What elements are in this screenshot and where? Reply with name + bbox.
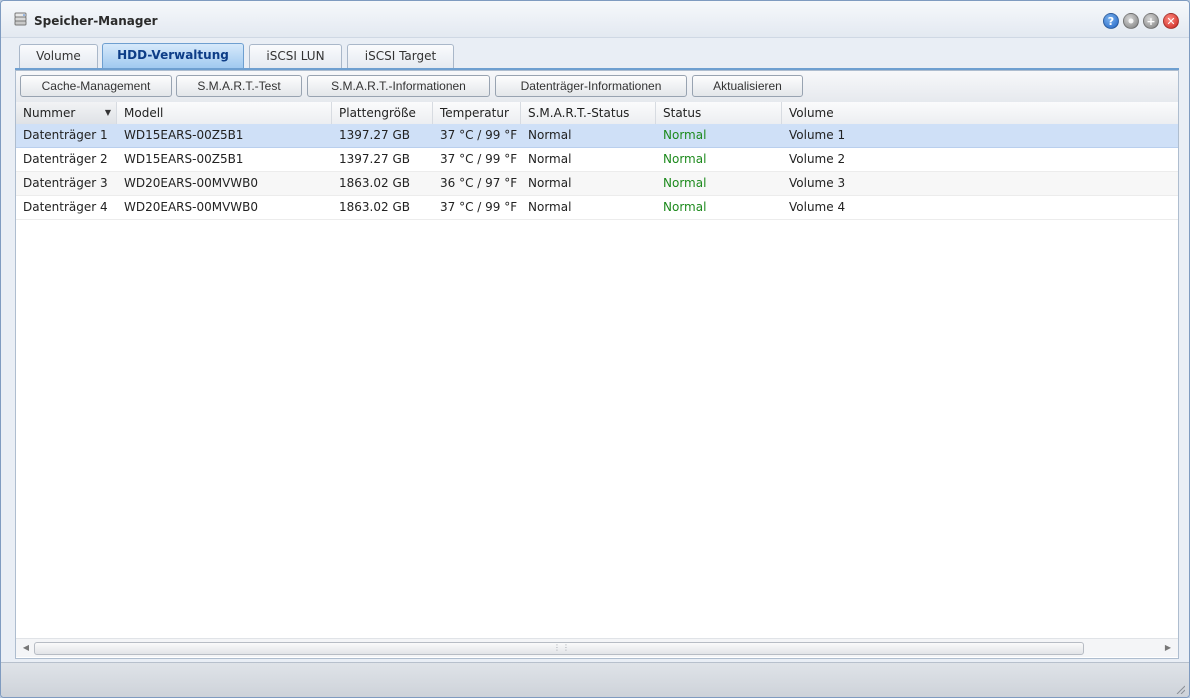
cell-size: 1863.02 GB <box>339 200 410 214</box>
cell-number: Datenträger 4 <box>23 200 108 214</box>
cell-volume: Volume 3 <box>789 176 846 190</box>
column-header-label: Nummer <box>23 106 76 120</box>
cell-model: WD20EARS-00MVWB0 <box>124 200 259 214</box>
smart-info-button[interactable]: S.M.A.R.T.-Informationen <box>307 75 490 97</box>
cell-smart-status: Normal <box>528 200 572 214</box>
table-row[interactable]: Datenträger 3 WD20EARS-00MVWB0 1863.02 G… <box>16 172 1178 196</box>
cell-smart-status: Normal <box>528 128 572 142</box>
help-icon[interactable]: ? <box>1103 13 1119 29</box>
cell-temperature: 37 °C / 99 °F <box>440 200 518 214</box>
cell-status: Normal <box>663 200 707 214</box>
tab-volume[interactable]: Volume <box>19 44 98 68</box>
cell-status: Normal <box>663 152 707 166</box>
cell-size: 1863.02 GB <box>339 176 410 190</box>
cell-model: WD20EARS-00MVWB0 <box>124 176 259 190</box>
column-header-status[interactable]: Status <box>656 102 782 124</box>
column-header-volume[interactable]: Volume <box>782 102 1178 124</box>
table-row[interactable]: Datenträger 2 WD15EARS-00Z5B1 1397.27 GB… <box>16 148 1178 172</box>
cache-management-button[interactable]: Cache-Management <box>20 75 172 97</box>
tab-hdd-management[interactable]: HDD-Verwaltung <box>102 43 244 69</box>
cell-status: Normal <box>663 176 707 190</box>
window-controls: ? + ✕ <box>1103 13 1179 29</box>
cell-temperature: 37 °C / 99 °F <box>440 128 518 142</box>
cell-volume: Volume 1 <box>789 128 846 142</box>
tab-iscsi-lun[interactable]: iSCSI LUN <box>249 44 342 68</box>
close-icon[interactable]: ✕ <box>1163 13 1179 29</box>
refresh-button[interactable]: Aktualisieren <box>692 75 803 97</box>
smart-test-button[interactable]: S.M.A.R.T.-Test <box>176 75 302 97</box>
disk-table-body: Datenträger 1 WD15EARS-00Z5B1 1397.27 GB… <box>16 124 1178 220</box>
cell-model: WD15EARS-00Z5B1 <box>124 128 244 142</box>
cell-volume: Volume 2 <box>789 152 846 166</box>
cell-smart-status: Normal <box>528 152 572 166</box>
sort-down-icon[interactable]: ▼ <box>105 102 111 124</box>
toolbar: Cache-Management S.M.A.R.T.-Test S.M.A.R… <box>16 71 1178 103</box>
storage-manager-window: Speicher-Manager ? + ✕ Volume HDD-Verwal… <box>0 0 1190 698</box>
column-header-temperature[interactable]: Temperatur <box>433 102 521 124</box>
cell-size: 1397.27 GB <box>339 128 410 142</box>
cell-temperature: 36 °C / 97 °F <box>440 176 518 190</box>
title-bar[interactable]: Speicher-Manager ? + ✕ <box>1 1 1189 38</box>
window-title: Speicher-Manager <box>34 14 158 28</box>
maximize-icon[interactable]: + <box>1143 13 1159 29</box>
column-header-size[interactable]: Plattengröße <box>332 102 433 124</box>
cell-model: WD15EARS-00Z5B1 <box>124 152 244 166</box>
status-bar <box>1 662 1189 697</box>
table-header: Nummer ▼ Modell Plattengröße Temperatur … <box>16 102 1178 125</box>
cell-volume: Volume 4 <box>789 200 846 214</box>
scroll-left-icon[interactable]: ◀ <box>18 639 34 657</box>
column-header-smart-status[interactable]: S.M.A.R.T.-Status <box>521 102 656 124</box>
cell-number: Datenträger 1 <box>23 128 108 142</box>
column-header-number[interactable]: Nummer ▼ <box>16 102 117 124</box>
cell-number: Datenträger 3 <box>23 176 108 190</box>
cell-number: Datenträger 2 <box>23 152 108 166</box>
cell-smart-status: Normal <box>528 176 572 190</box>
table-row[interactable]: Datenträger 1 WD15EARS-00Z5B1 1397.27 GB… <box>16 124 1178 148</box>
resize-grip-icon[interactable] <box>1175 684 1185 694</box>
column-header-model[interactable]: Modell <box>117 102 332 124</box>
scroll-right-icon[interactable]: ▶ <box>1160 639 1176 657</box>
tab-iscsi-target[interactable]: iSCSI Target <box>347 44 454 68</box>
horizontal-scrollbar[interactable]: ◀ ⋮⋮ ▶ <box>16 638 1178 657</box>
minimize-icon[interactable] <box>1123 13 1139 29</box>
cell-status: Normal <box>663 128 707 142</box>
cell-temperature: 37 °C / 99 °F <box>440 152 518 166</box>
table-row[interactable]: Datenträger 4 WD20EARS-00MVWB0 1863.02 G… <box>16 196 1178 220</box>
grip-icon: ⋮⋮ <box>553 643 571 652</box>
cell-size: 1397.27 GB <box>339 152 410 166</box>
disk-info-button[interactable]: Datenträger-Informationen <box>495 75 687 97</box>
hdd-management-panel: Cache-Management S.M.A.R.T.-Test S.M.A.R… <box>15 70 1179 659</box>
disk-stack-icon <box>14 12 27 26</box>
scrollbar-thumb[interactable]: ⋮⋮ <box>34 642 1084 655</box>
